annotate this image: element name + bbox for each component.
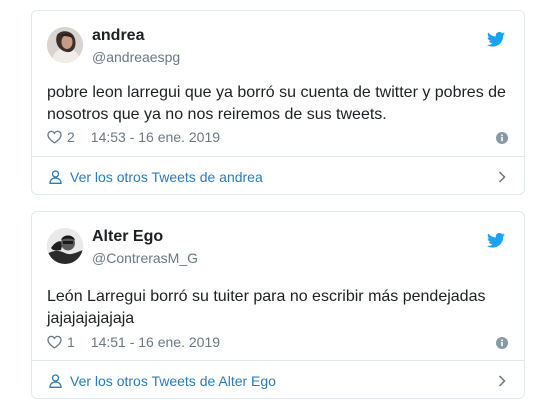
- info-icon[interactable]: [496, 132, 508, 144]
- twitter-bird-icon[interactable]: [487, 233, 505, 248]
- like-count[interactable]: 1: [67, 334, 75, 350]
- chevron-right-icon[interactable]: [498, 171, 506, 183]
- like-count[interactable]: 2: [67, 129, 75, 145]
- tweet-card[interactable]: Alter Ego @ContrerasM_G León Larregui bo…: [31, 211, 525, 399]
- heart-icon[interactable]: [47, 335, 62, 349]
- embedded-tweets-feed: andrea @andreaespg pobre leon larregui q…: [0, 0, 555, 414]
- tweet-body[interactable]: Alter Ego @ContrerasM_G León Larregui bo…: [32, 212, 524, 357]
- person-icon: [49, 169, 62, 184]
- tweet-meta: 2 14:53 - 16 ene. 2019: [47, 129, 220, 145]
- author-name[interactable]: andrea: [92, 27, 144, 45]
- tweet-timestamp[interactable]: 14:51 - 16 ene. 2019: [91, 334, 220, 350]
- tweet-card[interactable]: andrea @andreaespg pobre leon larregui q…: [31, 10, 525, 195]
- info-icon[interactable]: [496, 337, 508, 349]
- view-more-tweets-link[interactable]: Ver los otros Tweets de Alter Ego: [32, 361, 524, 400]
- author-handle[interactable]: @andreaespg: [92, 49, 180, 65]
- avatar[interactable]: [47, 228, 83, 264]
- author-handle[interactable]: @ContrerasM_G: [92, 250, 198, 266]
- tweet-timestamp[interactable]: 14:53 - 16 ene. 2019: [91, 129, 220, 145]
- tweet-text: León Larregui borró su tuiter para no es…: [47, 288, 486, 327]
- author-name[interactable]: Alter Ego: [92, 228, 163, 246]
- person-icon: [49, 373, 62, 388]
- view-more-tweets-label[interactable]: Ver los otros Tweets de andrea: [70, 169, 263, 185]
- heart-icon[interactable]: [47, 130, 62, 144]
- view-more-tweets-label[interactable]: Ver los otros Tweets de Alter Ego: [70, 373, 276, 389]
- tweet-meta: 1 14:51 - 16 ene. 2019: [47, 334, 220, 350]
- chevron-right-icon[interactable]: [498, 375, 506, 387]
- view-more-tweets-link[interactable]: Ver los otros Tweets de andrea: [32, 157, 524, 196]
- tweet-body[interactable]: andrea @andreaespg pobre leon larregui q…: [32, 11, 524, 156]
- tweet-text: pobre leon larregui que ya borró su cuen…: [47, 84, 506, 123]
- twitter-bird-icon[interactable]: [487, 32, 505, 47]
- avatar[interactable]: [47, 27, 83, 63]
